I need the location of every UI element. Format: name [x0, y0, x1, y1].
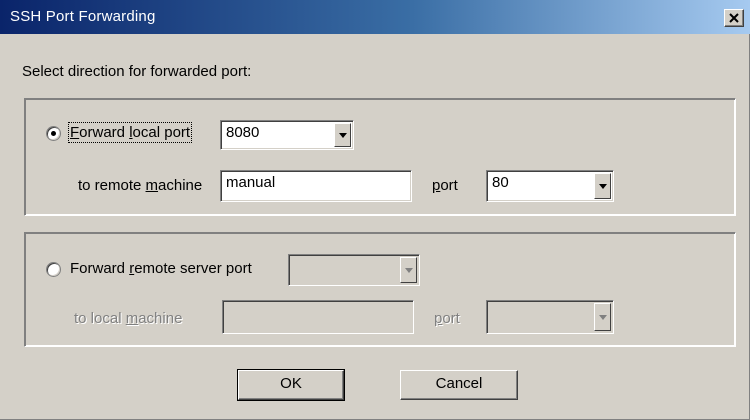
local-machine-input[interactable]: [222, 300, 414, 334]
local-port-combo[interactable]: 8080: [220, 120, 354, 150]
label-part: ort: [442, 310, 460, 327]
forward-local-port-radio[interactable]: [46, 126, 61, 141]
instruction-label: Select direction for forwarded port:: [22, 63, 252, 80]
cancel-button[interactable]: Cancel: [400, 370, 518, 400]
forward-remote-server-port-label[interactable]: Forward remote server port: [70, 260, 252, 277]
radio-selected-dot: [51, 131, 56, 136]
label-part: achine: [138, 310, 183, 327]
title-bar[interactable]: SSH Port Forwarding: [0, 0, 750, 34]
remote-port-combo[interactable]: 80: [486, 170, 614, 202]
mnemonic-f: F: [70, 124, 80, 141]
local-port-combo-disabled[interactable]: [486, 300, 614, 334]
local-port-value: 8080: [226, 124, 260, 141]
close-button[interactable]: [724, 9, 744, 27]
label-part: ort: [440, 177, 458, 194]
chevron-down-icon[interactable]: [400, 257, 417, 283]
chevron-down-icon[interactable]: [334, 123, 351, 147]
label-part: to remote: [78, 177, 146, 194]
ok-button[interactable]: OK: [237, 369, 345, 401]
remote-port-value: 80: [492, 174, 509, 191]
mnemonic-m: m: [125, 310, 139, 327]
remote-machine-value: manual: [226, 174, 276, 191]
label-part: achine: [158, 177, 203, 194]
to-local-machine-label: to local machine: [74, 310, 182, 327]
window-title: SSH Port Forwarding: [10, 8, 156, 25]
chevron-down-icon[interactable]: [594, 303, 611, 331]
remote-machine-input[interactable]: manual: [220, 170, 412, 202]
to-remote-machine-label: to remote machine: [78, 177, 202, 194]
remote-port-label: port: [432, 177, 458, 194]
label-part: orward: [79, 124, 130, 141]
server-port-combo[interactable]: [288, 254, 420, 286]
forward-remote-server-port-radio[interactable]: [46, 262, 61, 277]
label-part: to local: [74, 310, 126, 327]
forward-local-port-label[interactable]: Forward local port: [67, 122, 193, 143]
local-port-label: port: [434, 310, 460, 327]
close-icon: [729, 13, 739, 23]
chevron-down-icon[interactable]: [594, 173, 611, 199]
ssh-port-forwarding-dialog: SSH Port Forwarding Select direction for…: [0, 0, 750, 420]
label-part: Forward: [70, 260, 130, 277]
mnemonic-m: m: [145, 177, 159, 194]
label-part: ocal port: [132, 124, 191, 141]
label-part: emote server port: [134, 260, 252, 277]
